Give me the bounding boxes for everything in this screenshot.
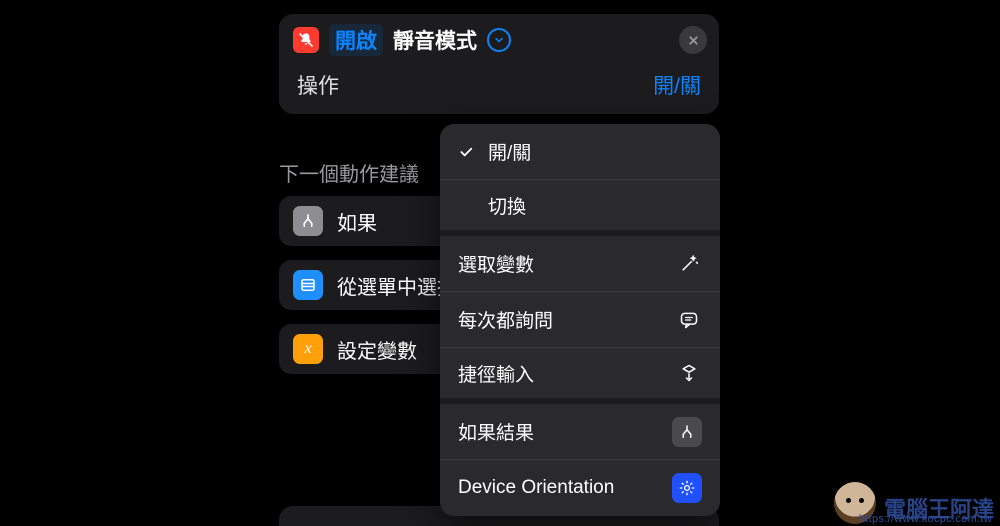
- param-value[interactable]: 開/關: [653, 70, 701, 100]
- silent-mode-icon: [293, 27, 319, 53]
- menu-item-if-result[interactable]: 如果結果: [440, 404, 720, 460]
- menu-icon: [293, 270, 323, 300]
- magic-wand-icon: [676, 251, 702, 277]
- menu-item-ask-each-time[interactable]: 每次都詢問: [440, 292, 720, 348]
- menu-item-on-off[interactable]: 開/關: [440, 124, 720, 180]
- shortcut-input-icon: [676, 360, 702, 386]
- menu-item-label: 捷徑輸入: [458, 360, 534, 387]
- watermark: 電腦王阿達 https://www.kocpc.com.tw: [834, 482, 994, 524]
- suggestions-heading: 下一個動作建議: [279, 158, 419, 187]
- suggestion-label: 設定變數: [337, 335, 417, 364]
- action-header: 開啟 靜音模式: [279, 14, 719, 64]
- value-picker-menu: 開/關 切換 選取變數 每次都詢問: [440, 124, 720, 516]
- chevron-down-icon: [493, 34, 505, 46]
- menu-item-label: 如果結果: [458, 418, 534, 445]
- branch-icon: [672, 417, 702, 447]
- menu-item-label: Device Orientation: [458, 477, 614, 499]
- close-icon: [687, 34, 700, 47]
- check-icon: [458, 144, 476, 160]
- suggestion-label: 如果: [337, 207, 377, 236]
- variable-icon: x: [293, 334, 323, 364]
- menu-item-select-variable[interactable]: 選取變數: [440, 236, 720, 292]
- action-card: 開啟 靜音模式 操作 開/關: [279, 14, 719, 114]
- menu-item-label: 開/關: [488, 138, 531, 165]
- suggestion-label: 從選單中選擇: [337, 271, 457, 300]
- close-button[interactable]: [679, 26, 707, 54]
- watermark-url: https://www.kocpc.com.tw: [859, 513, 992, 525]
- menu-item-label: 選取變數: [458, 250, 534, 277]
- param-label: 操作: [297, 70, 339, 100]
- menu-item-toggle[interactable]: 切換: [440, 180, 720, 236]
- branch-icon: [293, 206, 323, 236]
- action-parameter-row[interactable]: 操作 開/關: [279, 64, 719, 112]
- menu-item-shortcut-input[interactable]: 捷徑輸入: [440, 348, 720, 404]
- menu-item-device-orientation[interactable]: Device Orientation: [440, 460, 720, 516]
- open-token[interactable]: 開啟: [329, 24, 383, 56]
- expand-button[interactable]: [487, 28, 511, 52]
- gear-icon: [672, 473, 702, 503]
- message-icon: [676, 307, 702, 333]
- menu-item-label: 切換: [488, 192, 526, 219]
- action-title: 靜音模式: [393, 25, 477, 55]
- menu-item-label: 每次都詢問: [458, 306, 553, 333]
